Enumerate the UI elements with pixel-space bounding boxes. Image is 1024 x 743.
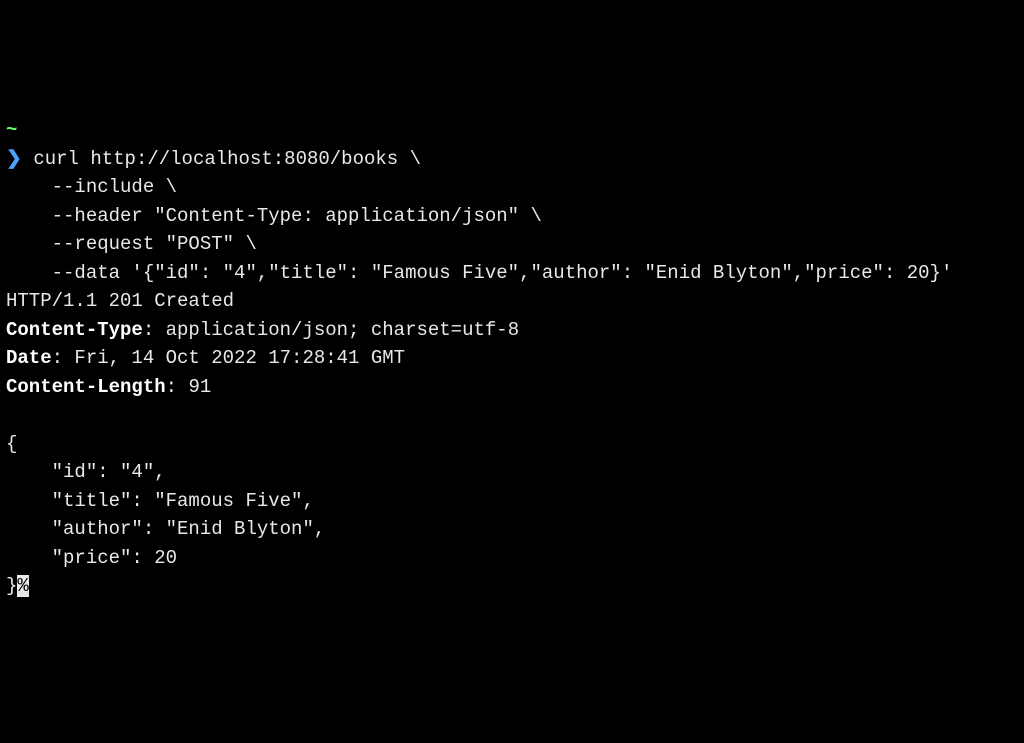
header-content-type-val: : application/json; charset=utf-8 [143, 319, 519, 341]
cursor-block: % [17, 575, 28, 597]
header-content-length-val: : 91 [166, 376, 212, 398]
command-line-1: curl http://localhost:8080/books \ [33, 148, 421, 170]
header-content-length-key: Content-Length [6, 376, 166, 398]
terminal-output: ~ ❯ curl http://localhost:8080/books \ -… [6, 116, 1018, 601]
json-body-line-1: "id": "4", [6, 461, 166, 483]
json-body-line-2: "title": "Famous Five", [6, 490, 314, 512]
header-date-val: : Fri, 14 Oct 2022 17:28:41 GMT [52, 347, 405, 369]
command-line-3: --header "Content-Type: application/json… [6, 205, 542, 227]
json-body-open: { [6, 433, 17, 455]
tilde-prompt: ~ [6, 119, 17, 141]
http-status-line: HTTP/1.1 201 Created [6, 290, 234, 312]
prompt-symbol: ❯ [6, 148, 22, 170]
json-body-close: } [6, 575, 17, 597]
header-date-key: Date [6, 347, 52, 369]
json-body-line-4: "price": 20 [6, 547, 177, 569]
command-line-2: --include \ [6, 176, 177, 198]
command-line-4: --request "POST" \ [6, 233, 257, 255]
json-body-line-3: "author": "Enid Blyton", [6, 518, 325, 540]
header-content-type-key: Content-Type [6, 319, 143, 341]
command-line-5: --data '{"id": "4","title": "Famous Five… [6, 262, 952, 284]
